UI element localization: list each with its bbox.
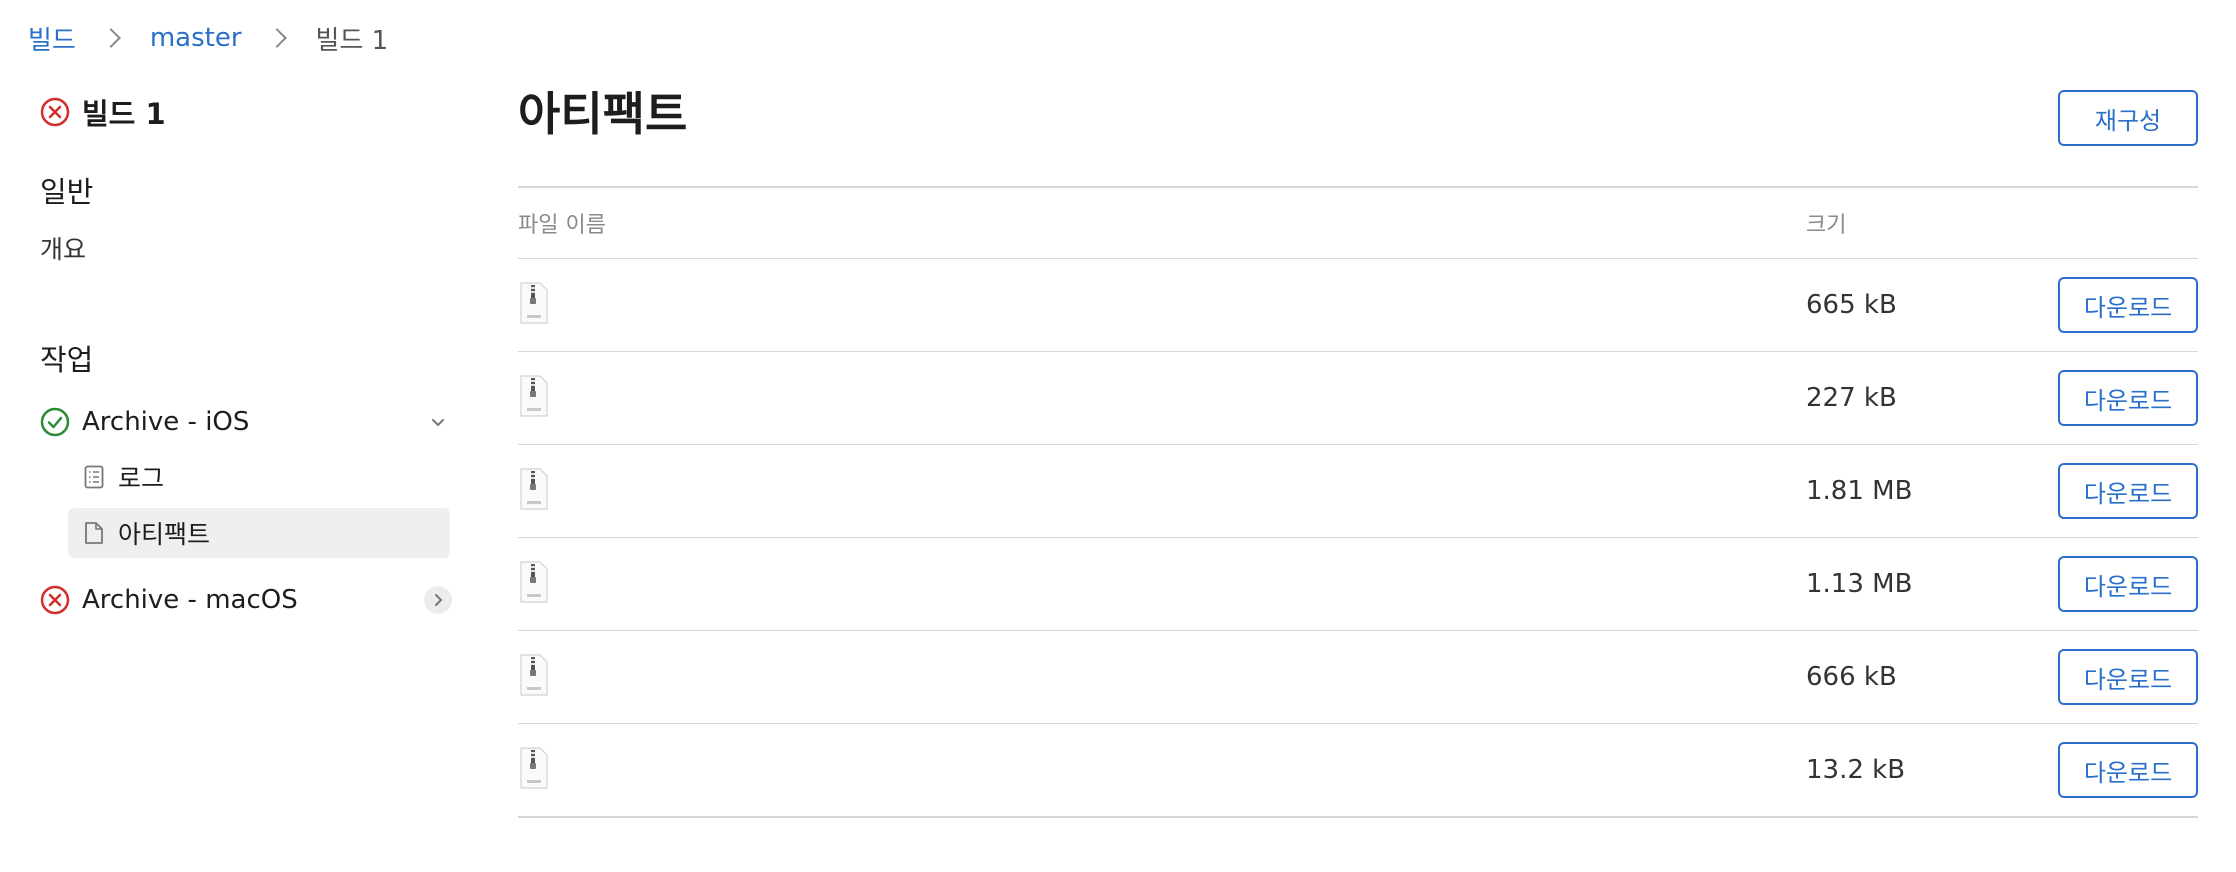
download-button[interactable]: 다운로드 [2058, 649, 2198, 705]
row-actions: 다운로드 [2058, 277, 2198, 333]
build-header: 빌드 1 [40, 90, 460, 134]
page-title: 아티팩트 [518, 87, 688, 141]
success-status-icon [40, 407, 70, 437]
rebuild-button[interactable]: 재구성 [2058, 90, 2198, 146]
file-cell [518, 467, 1806, 515]
breadcrumb-separator-icon [266, 28, 287, 48]
section-jobs-title: 작업 [40, 343, 94, 377]
breadcrumb: 빌드 master 빌드 1 [28, 20, 388, 56]
table-header: 파일 이름 크기 [518, 188, 2198, 259]
chevron-right-icon[interactable] [424, 586, 452, 614]
column-header-filename: 파일 이름 [518, 213, 606, 238]
log-icon [84, 465, 104, 489]
row-actions: 다운로드 [2058, 742, 2198, 798]
sidebar-item-overview[interactable]: 개요 [40, 234, 460, 266]
artifacts-panel: 아티팩트 재구성 파일 이름 크기 665 kB 다운로드 227 kB 다운로… [518, 84, 2198, 818]
file-cell [518, 281, 1806, 329]
download-button[interactable]: 다운로드 [2058, 463, 2198, 519]
chevron-down-icon[interactable] [424, 408, 452, 436]
row-actions: 다운로드 [2058, 649, 2198, 705]
breadcrumb-separator-icon [100, 28, 121, 48]
table-row: 1.81 MB 다운로드 [518, 444, 2198, 537]
breadcrumb-branch-link[interactable]: master [150, 23, 242, 53]
column-header-size: 크기 [1806, 213, 1847, 238]
download-button[interactable]: 다운로드 [2058, 370, 2198, 426]
table-row: 665 kB 다운로드 [518, 259, 2198, 351]
breadcrumb-current: 빌드 1 [315, 25, 389, 56]
zip-file-icon [520, 561, 548, 603]
sidebar-item-logs[interactable]: 로그 [68, 452, 450, 502]
file-cell [518, 746, 1806, 794]
page-header: 아티팩트 재구성 [518, 84, 2198, 186]
zip-file-icon [520, 747, 548, 789]
download-button[interactable]: 다운로드 [2058, 742, 2198, 798]
job-archive-ios[interactable]: Archive - iOS [40, 402, 460, 442]
table-row: 1.13 MB 다운로드 [518, 537, 2198, 630]
file-cell [518, 374, 1806, 422]
download-button[interactable]: 다운로드 [2058, 277, 2198, 333]
table-row: 666 kB 다운로드 [518, 630, 2198, 723]
sidebar: 빌드 1 일반 개요 작업 Archive - iOS 로그 아티팩트 Arch… [40, 90, 460, 620]
build-title: 빌드 1 [82, 97, 166, 131]
job-label: Archive - macOS [82, 585, 298, 615]
zip-file-icon [520, 375, 548, 417]
document-icon [85, 522, 103, 544]
table-row: 227 kB 다운로드 [518, 351, 2198, 444]
sidebar-item-label: 로그 [118, 464, 165, 493]
error-status-icon [40, 97, 70, 127]
error-status-icon [40, 585, 70, 615]
file-cell [518, 560, 1806, 608]
row-actions: 다운로드 [2058, 556, 2198, 612]
job-label: Archive - iOS [82, 407, 250, 437]
artifacts-table: 파일 이름 크기 665 kB 다운로드 227 kB 다운로드 1.81 MB… [518, 186, 2198, 818]
table-row: 13.2 kB 다운로드 [518, 723, 2198, 816]
breadcrumb-builds-link[interactable]: 빌드 [28, 20, 76, 57]
sidebar-item-label: 아티팩트 [118, 520, 211, 549]
file-cell [518, 653, 1806, 701]
section-general-title: 일반 [40, 175, 94, 209]
zip-file-icon [520, 282, 548, 324]
zip-file-icon [520, 654, 548, 696]
row-actions: 다운로드 [2058, 463, 2198, 519]
row-actions: 다운로드 [2058, 370, 2198, 426]
job-archive-macos[interactable]: Archive - macOS [40, 580, 460, 620]
sidebar-item-artifacts[interactable]: 아티팩트 [68, 508, 450, 558]
zip-file-icon [520, 468, 548, 510]
download-button[interactable]: 다운로드 [2058, 556, 2198, 612]
